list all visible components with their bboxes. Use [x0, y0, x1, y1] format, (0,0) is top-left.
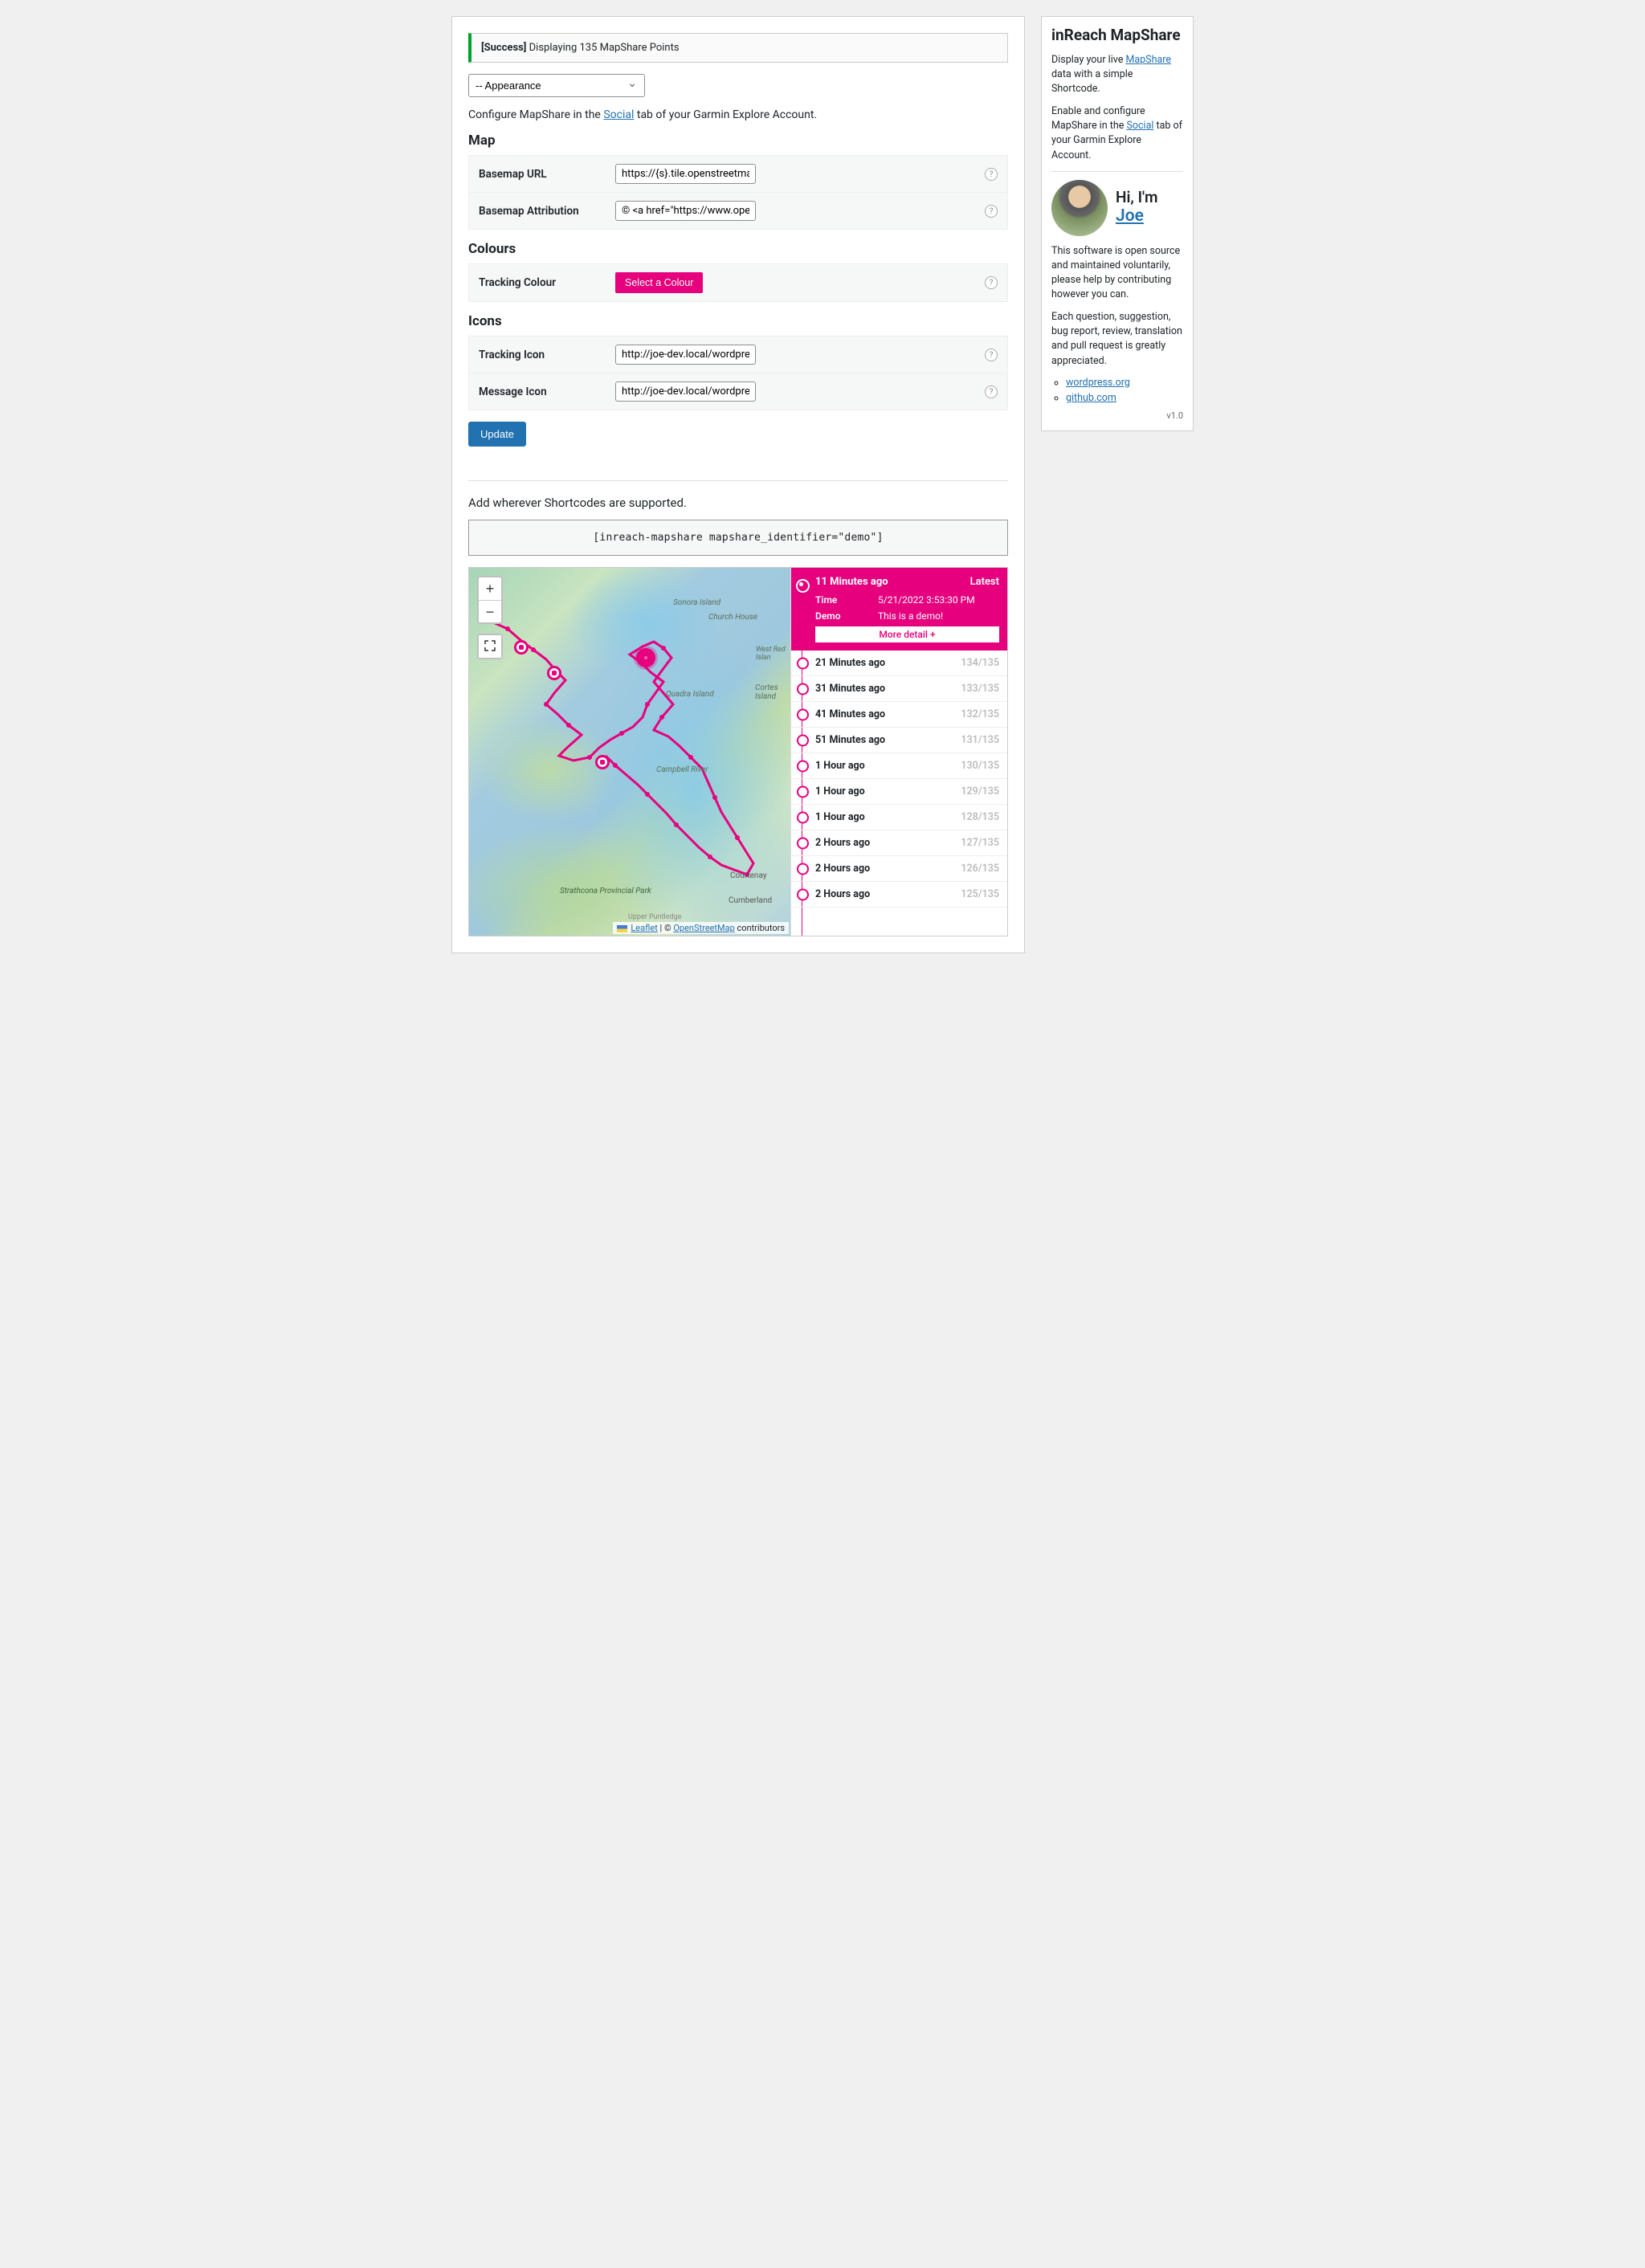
gh-link[interactable]: github.com	[1066, 392, 1116, 404]
help-icon[interactable]: ?	[985, 168, 998, 181]
timeline-item[interactable]: 2 Hours ago125/135	[791, 882, 1007, 908]
author-link[interactable]: Joe	[1116, 206, 1144, 226]
map-attribution: Leaflet | © OpenStreetMap contributors	[613, 922, 789, 934]
alert-prefix: [Success]	[481, 42, 526, 54]
basemap-attr-input[interactable]	[615, 201, 756, 221]
osm-link[interactable]: OpenStreetMap	[673, 923, 734, 933]
avatar	[1051, 180, 1108, 236]
more-detail-button[interactable]: More detail +	[815, 626, 999, 642]
section-colours: Colours	[468, 241, 1008, 257]
map-marker[interactable]	[595, 755, 610, 769]
fullscreen-control	[477, 634, 503, 659]
map-canvas[interactable]: + − Sonora Island Church House Quadra Is…	[469, 568, 790, 936]
shortcode-desc: Add wherever Shortcodes are supported.	[468, 496, 1008, 510]
mapshare-link[interactable]: MapShare	[1125, 54, 1171, 66]
map-marker[interactable]	[547, 666, 561, 680]
basemap-url-input[interactable]	[615, 164, 756, 184]
timeline-latest[interactable]: 11 Minutes ago Latest Time5/21/2022 3:53…	[791, 568, 1007, 651]
select-colour-button[interactable]: Select a Colour	[615, 272, 703, 293]
section-icons: Icons	[468, 313, 1008, 329]
wp-link[interactable]: wordpress.org	[1066, 377, 1130, 389]
config-help-text: Configure MapShare in the Social tab of …	[468, 108, 1008, 121]
divider	[468, 480, 1008, 481]
timeline-item[interactable]: 21 Minutes ago134/135	[791, 651, 1007, 676]
message-icon-input[interactable]	[615, 381, 756, 402]
track-polyline	[469, 568, 790, 936]
alert-text: Displaying 135 MapShare Points	[526, 42, 679, 54]
field-tracking-colour: Tracking Colour Select a Colour ?	[468, 263, 1008, 302]
field-basemap-url: Basemap URL ?	[468, 155, 1008, 192]
fullscreen-button[interactable]	[479, 635, 501, 658]
plugin-info-sidebar: inReach MapShare Display your live MapSh…	[1041, 16, 1194, 953]
zoom-in-button[interactable]: +	[479, 577, 501, 600]
field-message-icon: Message Icon ?	[468, 373, 1008, 410]
shortcode-box[interactable]: [inreach-mapshare mapshare_identifier="d…	[468, 520, 1008, 556]
timeline-item[interactable]: 41 Minutes ago132/135	[791, 702, 1007, 728]
flag-icon	[617, 925, 627, 932]
appearance-select[interactable]: -- Appearance	[468, 74, 645, 97]
version-label: v1.0	[1051, 410, 1183, 421]
leaflet-link[interactable]: Leaflet	[631, 923, 657, 933]
timeline-item[interactable]: 1 Hour ago129/135	[791, 779, 1007, 805]
timeline-item[interactable]: 2 Hours ago126/135	[791, 856, 1007, 882]
timeline-item[interactable]: 1 Hour ago128/135	[791, 805, 1007, 830]
help-icon[interactable]: ?	[985, 276, 998, 289]
help-icon[interactable]: ?	[985, 349, 998, 361]
main-settings-panel: [Success] Displaying 135 MapShare Points…	[451, 16, 1025, 953]
zoom-out-button[interactable]: −	[479, 600, 501, 622]
contrib-links: wordpress.org github.com	[1051, 377, 1183, 404]
zoom-control: + −	[477, 576, 503, 624]
timeline-item[interactable]: 2 Hours ago127/135	[791, 830, 1007, 856]
timeline-item[interactable]: 51 Minutes ago131/135	[791, 728, 1007, 753]
map-marker-current[interactable]	[636, 648, 655, 667]
help-icon[interactable]: ?	[985, 385, 998, 398]
map-marker[interactable]	[514, 640, 529, 655]
author-block: Hi, I'mJoe	[1051, 180, 1183, 236]
tracking-icon-input[interactable]	[615, 345, 756, 365]
section-map: Map	[468, 133, 1008, 149]
mapshare-preview: + − Sonora Island Church House Quadra Is…	[468, 567, 1008, 936]
social-link[interactable]: Social	[1126, 120, 1153, 132]
timeline-item[interactable]: 1 Hour ago130/135	[791, 753, 1007, 779]
social-link[interactable]: Social	[603, 108, 634, 121]
update-button[interactable]: Update	[468, 422, 526, 447]
field-tracking-icon: Tracking Icon ?	[468, 336, 1008, 373]
plugin-title: inReach MapShare	[1051, 27, 1183, 45]
field-basemap-attr: Basemap Attribution ?	[468, 192, 1008, 230]
help-icon[interactable]: ?	[985, 205, 998, 218]
timeline-item[interactable]: 31 Minutes ago133/135	[791, 676, 1007, 702]
timeline-panel[interactable]: 11 Minutes ago Latest Time5/21/2022 3:53…	[790, 568, 1007, 936]
success-alert: [Success] Displaying 135 MapShare Points	[468, 33, 1008, 63]
